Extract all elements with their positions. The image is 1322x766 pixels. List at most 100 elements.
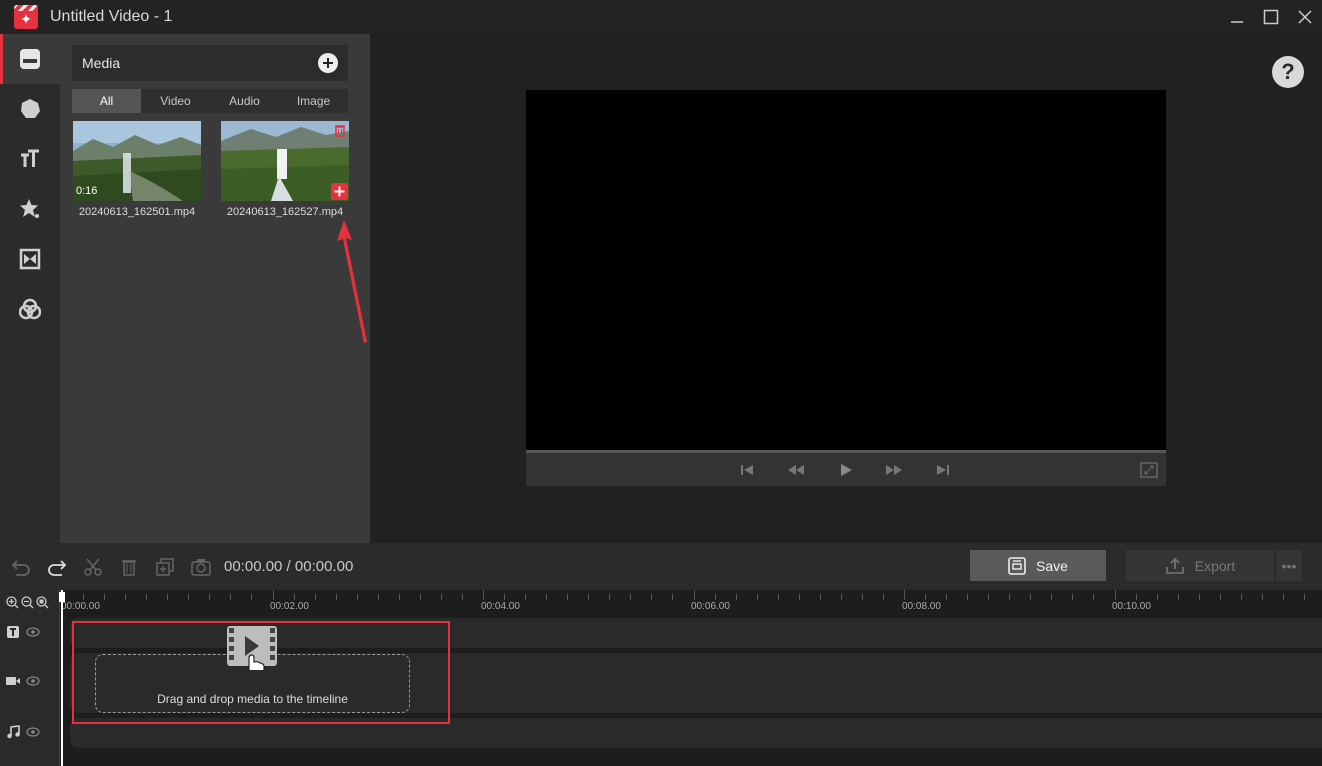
media-header: Media — [72, 45, 348, 81]
trash-icon — [335, 125, 345, 137]
media-panel: Media All Video Audio Image 0:16 2024061… — [60, 34, 370, 543]
ruler-label: 00:04.00 — [481, 601, 520, 612]
maximize-icon — [1263, 9, 1279, 25]
skip-to-end-button[interactable] — [934, 461, 952, 479]
ruler-tick — [377, 594, 379, 600]
ruler-tick — [798, 594, 800, 600]
play-icon — [841, 464, 852, 476]
ruler-tick — [1156, 594, 1158, 600]
undo-button[interactable] — [10, 556, 32, 578]
ruler-tick — [398, 594, 400, 600]
plus-icon — [323, 58, 333, 68]
more-options-button[interactable]: ••• — [1276, 550, 1302, 581]
track-headers — [0, 590, 60, 766]
ruler-tick — [230, 594, 232, 600]
ruler-tick — [146, 594, 148, 600]
export-button[interactable]: Export — [1126, 550, 1274, 581]
ruler-tick — [461, 594, 463, 600]
eye-icon[interactable] — [26, 676, 40, 686]
ruler-tick — [356, 594, 358, 600]
import-media-button[interactable] — [318, 53, 338, 73]
timecode-display: 00:00.00 / 00:00.00 — [224, 558, 354, 575]
zoom-fit-icon[interactable] — [36, 596, 49, 609]
trash-icon — [122, 560, 136, 576]
ruler-tick — [630, 594, 632, 600]
minimize-button[interactable] — [1220, 0, 1254, 34]
media-item-thumbnail[interactable]: 0:16 — [73, 121, 201, 201]
zoom-out-icon[interactable] — [21, 596, 34, 609]
rewind-icon — [788, 465, 804, 475]
ruler-tick — [1261, 594, 1263, 600]
ruler-tick — [1303, 594, 1305, 600]
ruler-tick — [882, 594, 884, 600]
eye-icon[interactable] — [26, 627, 40, 637]
delete-media-button[interactable] — [333, 123, 347, 137]
video-preview-screen — [526, 90, 1166, 450]
save-button[interactable]: Save — [970, 550, 1106, 581]
sidebar-item-elements[interactable] — [0, 84, 60, 134]
close-button[interactable] — [1288, 0, 1322, 34]
sidebar-item-text[interactable] — [0, 134, 60, 184]
timeline: 00:00.00 00:02.00 00:04.00 00:06.00 00:0… — [0, 590, 1322, 766]
tab-audio[interactable]: Audio — [210, 89, 279, 113]
redo-icon — [48, 560, 67, 576]
fullscreen-icon — [1140, 462, 1158, 478]
window-title: Untitled Video - 1 — [50, 8, 173, 25]
ruler-tick — [1093, 594, 1095, 600]
ruler-tick — [756, 594, 758, 600]
sidebar-item-transitions[interactable] — [0, 234, 60, 284]
ruler-tick — [209, 594, 211, 600]
playhead[interactable] — [61, 590, 63, 766]
rewind-button[interactable] — [787, 461, 805, 479]
ruler-tick — [314, 594, 316, 600]
tab-image[interactable]: Image — [279, 89, 348, 113]
playhead-handle[interactable] — [59, 592, 65, 602]
media-tabs: All Video Audio Image — [72, 89, 348, 113]
snapshot-button[interactable] — [190, 556, 212, 578]
duplicate-button[interactable] — [154, 556, 176, 578]
eye-icon[interactable] — [26, 727, 40, 737]
split-button[interactable] — [82, 556, 104, 578]
ruler-tick — [967, 594, 969, 600]
ruler-tick — [335, 594, 337, 600]
media-icon — [20, 49, 40, 69]
media-item-thumbnail[interactable] — [221, 121, 349, 201]
media-title: Media — [82, 55, 121, 71]
sidebar-item-effects[interactable] — [0, 184, 60, 234]
ruler-tick — [840, 594, 842, 600]
redo-button[interactable] — [46, 556, 68, 578]
ruler-tick — [188, 594, 190, 600]
play-button[interactable] — [837, 461, 855, 479]
close-icon — [1298, 10, 1312, 24]
ruler-tick — [588, 594, 590, 600]
tab-all[interactable]: All — [72, 89, 141, 113]
ruler-tick — [483, 590, 484, 600]
ruler-tick — [1009, 594, 1011, 600]
text-track-icon — [7, 626, 19, 638]
fullscreen-button[interactable] — [1140, 461, 1158, 479]
ruler-tick — [1177, 594, 1179, 600]
help-button[interactable]: ? — [1272, 56, 1304, 88]
skip-to-start-button[interactable] — [738, 461, 756, 479]
edit-toolbar: 00:00.00 / 00:00.00 Save Export ••• — [0, 543, 1322, 590]
ruler-tick — [293, 594, 295, 600]
transition-icon — [19, 248, 41, 270]
ruler-label: 00:06.00 — [691, 601, 730, 612]
filter-icon — [19, 298, 41, 320]
upload-icon — [1165, 557, 1184, 574]
export-label: Export — [1194, 557, 1236, 574]
sidebar-item-filters[interactable] — [0, 284, 60, 334]
fast-forward-button[interactable] — [885, 461, 903, 479]
drop-hint: Drag and drop media to the timeline — [157, 692, 348, 706]
timeline-ruler[interactable]: 00:00.00 00:02.00 00:04.00 00:06.00 00:0… — [61, 590, 1322, 616]
app-logo-icon: ✦ — [14, 5, 38, 29]
camera-icon — [191, 559, 211, 576]
ruler-tick — [1219, 594, 1221, 600]
save-icon — [1008, 556, 1026, 575]
delete-button[interactable] — [118, 556, 140, 578]
media-filename: 20240613_162501.mp4 — [78, 206, 196, 218]
maximize-button[interactable] — [1254, 0, 1288, 34]
tab-video[interactable]: Video — [141, 89, 210, 113]
sidebar-item-media[interactable] — [0, 34, 60, 84]
zoom-in-icon[interactable] — [6, 596, 19, 609]
